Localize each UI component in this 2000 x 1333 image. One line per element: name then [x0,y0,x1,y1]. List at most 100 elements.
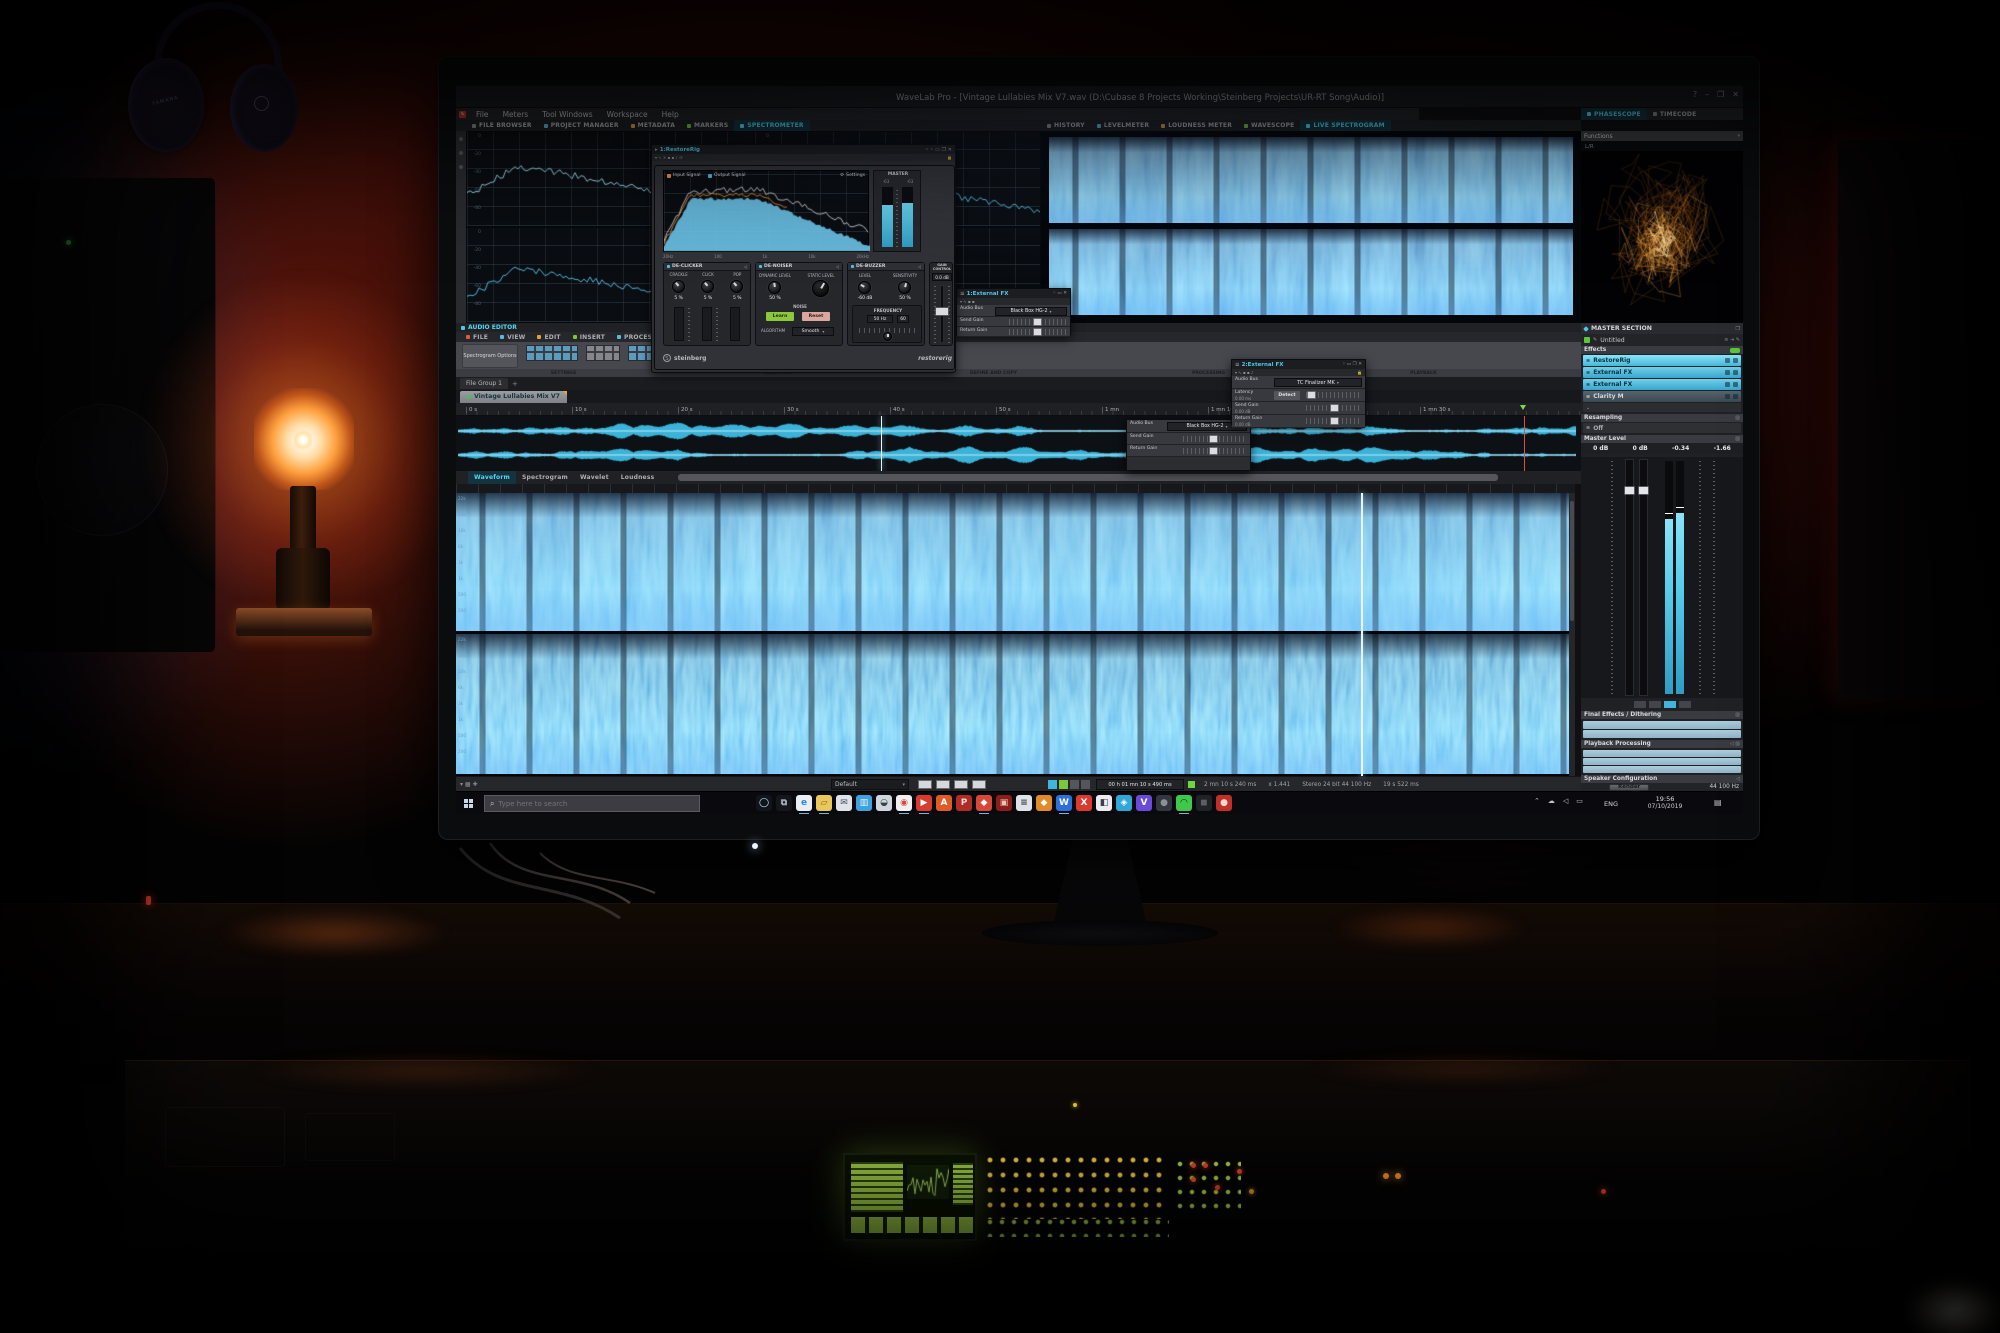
clock[interactable]: 19:56 07/10/2019 [1634,795,1696,811]
timecode-display[interactable]: 00 h 01 mn 10 s 490 ms [1096,779,1184,790]
file-group-tab[interactable]: File Group 1 [460,378,508,389]
fader-handle-right[interactable] [1638,486,1649,495]
tray-icon[interactable]: ▭ [1576,797,1583,805]
menu-icon[interactable]: ▥ [1735,436,1740,442]
preset-tools-icons[interactable]: ≋ ⇥ ✎ [1724,337,1740,343]
ribbon-icon-cluster[interactable] [526,345,578,361]
empty-effect-slot[interactable]: ⌄ [1583,403,1741,412]
main-spectrogram-view[interactable]: 22k16k10k6k3k1k500200 22k16k10k6k3k1k500… [456,493,1575,776]
taskbar-app-icon[interactable]: ◈ [1116,795,1132,811]
taskbar-app-icon[interactable]: W [1056,795,1072,811]
frequency-knob[interactable] [883,332,892,341]
lock-icon[interactable]: 🔒 [947,155,952,160]
edit-icon[interactable]: ✎ [1593,337,1597,343]
menu-item[interactable]: Meters [503,110,529,119]
send-gain-slider[interactable] [1009,319,1067,325]
frequency-alt[interactable]: 60 [897,315,909,323]
tool-tab[interactable]: METADATA [625,120,681,131]
restorerig-toolbar[interactable]: ▾ ∿ ✕ ▪ ▪ ♪ ⟳🔒 [652,154,955,161]
taskbar-app-icon[interactable]: ▱ [816,795,832,811]
audition-icon[interactable]: ◁ [744,264,747,269]
resampling-header[interactable]: Resampling▥ [1581,414,1743,422]
window-controls[interactable]: ◦ ◦ ▭ ❐ ✕ [925,147,952,153]
taskbar-app-icon[interactable]: ● [1216,795,1232,811]
taskbar-app-icon[interactable]: e [796,795,812,811]
scope-tab[interactable]: TIMECODE [1647,108,1703,120]
play-icon[interactable] [1584,337,1590,343]
gain-value[interactable]: 0.0 dB [932,273,952,281]
effect-slot[interactable]: ≡External FX [1583,367,1741,378]
file-tab[interactable]: Vintage Lullabies Mix V7 [460,391,567,403]
window-button[interactable]: ✕ [1732,90,1739,99]
restorerig-window[interactable]: ▸1:RestoreRig ◦ ◦ ▭ ❐ ✕ ▾ ∿ ✕ ▪ ▪ ♪ ⟳🔒 I… [651,144,956,373]
taskbar-app-icon[interactable]: X [1076,795,1092,811]
restorerig-titlebar[interactable]: ▸1:RestoreRig ◦ ◦ ▭ ❐ ✕ [652,145,955,154]
bypass-toggle[interactable] [1730,348,1740,353]
scrollbar-thumb[interactable] [1570,501,1574,621]
status-left-icons[interactable]: ▾ ▦ ✚ [460,781,478,788]
render-button[interactable]: Render [1609,784,1649,791]
return-gain-slider[interactable] [1009,329,1067,335]
send-gain-slider[interactable] [1306,405,1362,411]
taskbar-app-icon[interactable]: ◼ [1196,795,1212,811]
taskbar-app-icon[interactable]: P [956,795,972,811]
external-fx-window-back[interactable]: ≡1:External FX◦ ▭ ✕ ▾ ∿ ▪ ▪ Audio Bus Bl… [956,288,1071,336]
effect-slot[interactable]: ≡External FX [1583,379,1741,390]
window-controls[interactable]: ◦ ▭ ✕ [1053,291,1067,296]
knob-group[interactable]: CLICK 5 % [695,272,721,304]
language-indicator[interactable]: ENG [1604,800,1618,808]
knob-group[interactable]: CRACKLE 5 % [666,272,692,304]
effect-slot[interactable]: ≡RestoreRig [1583,355,1741,366]
tool-tab[interactable]: MARKERS [681,120,734,131]
view-tab[interactable]: Wavelet [574,471,615,484]
return-gain-slider[interactable] [1306,418,1362,424]
taskbar-app-icon[interactable]: ◠ [1176,795,1192,811]
taskbar-app-icon[interactable]: A [936,795,952,811]
live-spectrogram-panel[interactable] [1041,131,1581,323]
playback-slot[interactable] [1583,758,1741,765]
taskbar-app-icon[interactable]: ⧉ [776,795,792,811]
start-button[interactable] [464,799,473,808]
slot-menu-icon[interactable] [1733,370,1738,375]
learn-button[interactable]: Learn [766,312,794,321]
audition-icon[interactable]: ◁ [836,264,839,269]
send-gain-slider[interactable] [1183,436,1245,442]
gain-fader-handle[interactable] [935,307,949,316]
main-view-ruler[interactable] [456,484,1575,493]
taskbar-app-icon[interactable]: V [1136,795,1152,811]
tray-icon[interactable]: ◁ [1563,797,1568,805]
preset-name[interactable]: Untitled [1600,337,1721,344]
slot-power-icon[interactable] [1725,382,1730,387]
static-level-knob[interactable] [812,280,829,297]
effects-section-header[interactable]: Effects [1581,346,1743,354]
return-gain-slider[interactable] [1183,448,1245,454]
taskbar-app-icon[interactable]: ◆ [1036,795,1052,811]
meter-tab[interactable]: WAVESCOPE [1238,120,1300,131]
menu-icon[interactable]: ◁ ▥ [1730,741,1740,747]
latency-slider[interactable] [1306,392,1362,398]
external-fx-window-front[interactable]: ≡2:External FX◦ ▭ ❐ ✕ ▾ ∿ ▪ ▪ ♪🔒 Audio B… [1231,359,1366,425]
taskbar-app-icon[interactable]: ◧ [1096,795,1112,811]
playback-slot[interactable] [1583,750,1741,757]
time-ruler[interactable]: 0 s10 s20 s30 s40 s50 s1 mn1 mn 10 s1 mn… [456,403,1581,416]
slot-power-icon[interactable] [1725,394,1730,399]
input-legend[interactable]: Input Signal [667,173,700,178]
window-button[interactable]: ? [1693,90,1697,99]
search-input[interactable] [498,800,678,808]
menu-item[interactable]: File [476,110,489,119]
view-tab[interactable]: Spectrogram [516,471,574,484]
taskbar-app-icon[interactable]: ◆ [976,795,992,811]
device-select[interactable]: TC Finalizer MK▾ [1274,378,1362,387]
tray-icon[interactable]: ⌃ [1534,797,1540,805]
menu-item[interactable]: Help [662,110,679,119]
add-tab-button[interactable]: + [512,380,518,388]
taskbar-app-icon[interactable]: ▶ [916,795,932,811]
sensitivity-knob[interactable] [898,281,911,294]
zoom-strip[interactable] [678,474,1498,481]
device-select[interactable]: Black Box HG-2▾ [995,307,1067,316]
menu-item[interactable]: Tool Windows [542,110,592,119]
meter-tab[interactable]: LOUDNESS METER [1155,120,1238,131]
meter-mode-buttons[interactable] [1581,699,1743,709]
ribbon-tab[interactable]: VIEW [494,332,531,342]
settings-button[interactable]: ⚙Settings [840,173,865,178]
